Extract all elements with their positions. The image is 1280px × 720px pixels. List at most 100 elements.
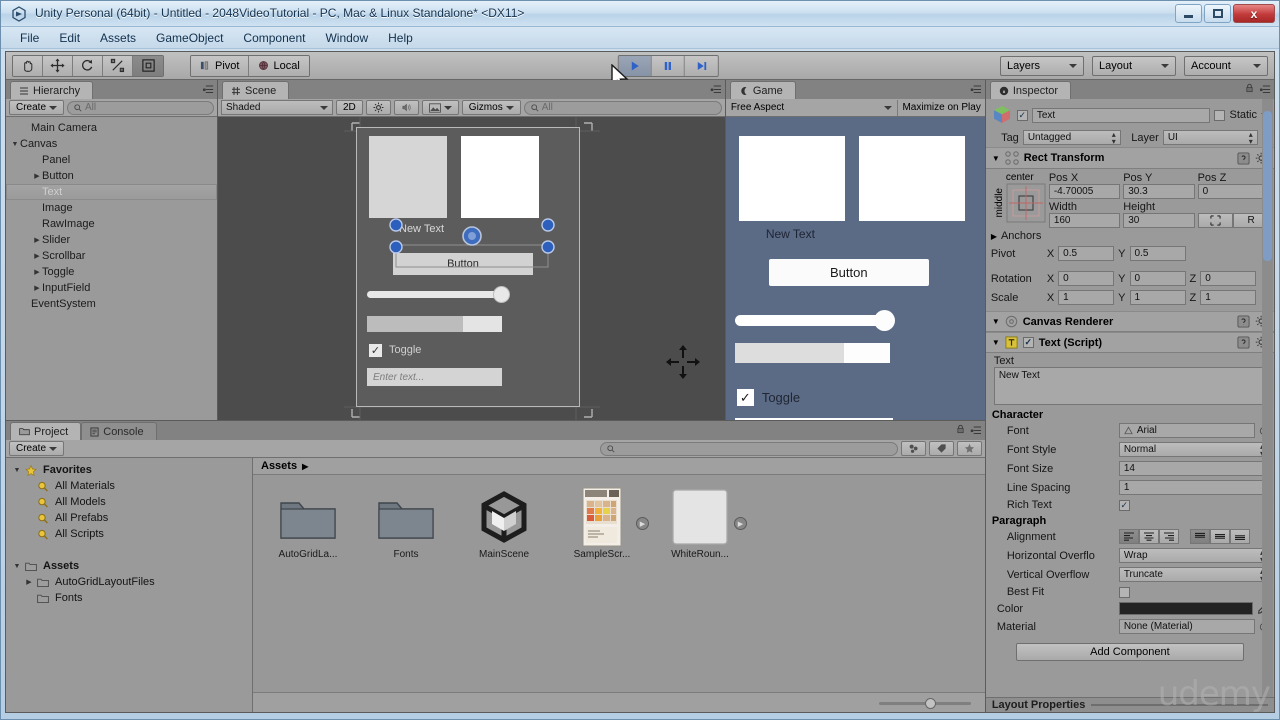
project-tree-item-all-models[interactable]: All Models <box>6 494 252 510</box>
hierarchy-item-canvas[interactable]: ▼ Canvas <box>6 136 217 152</box>
rich-text-checkbox[interactable]: ✓ <box>1118 499 1130 511</box>
hand-tool-button[interactable] <box>13 55 43 76</box>
menu-item-component[interactable]: Component <box>234 28 314 48</box>
anchor-preset-group[interactable]: center middle <box>991 172 1049 228</box>
project-tree-item-favorites[interactable]: ▼ Favorites <box>6 462 252 478</box>
anchors-foldout[interactable]: ▶ Anchors <box>986 228 1274 244</box>
local-toggle[interactable]: Local <box>249 55 309 76</box>
hierarchy-item-slider[interactable]: ▶ Slider <box>6 232 217 248</box>
material-field[interactable]: None (Material) <box>1118 619 1255 634</box>
scale-x-field[interactable]: 1 <box>1058 290 1115 305</box>
asset-item[interactable]: MainScene <box>467 489 541 560</box>
layers-dropdown[interactable]: Layers <box>1000 55 1084 76</box>
pivot-x-field[interactable]: 0.5 <box>1058 246 1115 261</box>
project-tree[interactable]: ▼ Favorites All Materials All Models All Pre… <box>6 458 253 712</box>
scale-z-field[interactable]: 1 <box>1200 290 1257 305</box>
tab-console[interactable]: Console <box>81 422 157 440</box>
anchor-preset-diagram[interactable] <box>1006 183 1046 223</box>
menu-item-help[interactable]: Help <box>379 28 422 48</box>
vertical-overflow-dropdown[interactable]: Truncate ▴▾ <box>1118 567 1269 582</box>
foldout-closed-icon[interactable]: ▶ <box>24 578 34 586</box>
asset-expand-icon[interactable]: ▶ <box>734 517 747 530</box>
add-component-button[interactable]: Add Component <box>1015 643 1244 661</box>
effects-toggle-button[interactable] <box>421 100 459 115</box>
tag-dropdown[interactable]: Untagged ▴ ▾ <box>1022 130 1121 145</box>
game-button[interactable]: Button <box>768 259 929 286</box>
hierarchy-item-button[interactable]: ▶ Button <box>6 168 217 184</box>
pivot-toggle[interactable]: Pivot <box>191 55 250 76</box>
hierarchy-item-image[interactable]: Image <box>6 200 217 216</box>
game-scrollbar-handle[interactable] <box>843 343 890 363</box>
menu-item-edit[interactable]: Edit <box>50 28 89 48</box>
scale-y-field[interactable]: 1 <box>1129 290 1186 305</box>
shading-mode-dropdown[interactable]: Shaded <box>221 100 333 115</box>
asset-expand-icon[interactable]: ▶ <box>636 517 649 530</box>
horizontal-overflow-dropdown[interactable]: Wrap ▴▾ <box>1118 548 1269 563</box>
foldout-closed-icon[interactable]: ▶ <box>32 252 42 260</box>
hierarchy-item-scrollbar[interactable]: ▶ Scrollbar <box>6 248 217 264</box>
scene-viewport[interactable]: New Text Button ✓ Toggle Enter text... <box>218 117 725 420</box>
asset-item[interactable]: Fonts <box>369 489 443 560</box>
text-value-textarea[interactable]: New Text <box>993 367 1266 405</box>
tab-game[interactable]: Game <box>729 81 796 99</box>
foldout-closed-icon[interactable]: ▶ <box>32 172 42 180</box>
pos-z-field[interactable]: 0 <box>1197 184 1269 199</box>
game-toggle-checkbox[interactable]: ✓ <box>736 389 754 406</box>
rect-transform-header[interactable]: ▼ Rect Transform <box>985 147 1274 169</box>
menu-item-assets[interactable]: Assets <box>91 28 145 48</box>
scene-slider-handle[interactable] <box>493 286 510 303</box>
inspector-scrollbar[interactable] <box>1262 99 1273 697</box>
filter-by-label-button[interactable] <box>928 441 954 456</box>
hierarchy-item-toggle[interactable]: ▶ Toggle <box>6 264 217 280</box>
breadcrumb-assets[interactable]: Assets <box>261 460 297 472</box>
pos-x-field[interactable]: -4.70005 <box>1048 184 1121 199</box>
foldout-arrow-icon[interactable]: ▼ <box>992 154 1000 163</box>
hierarchy-list[interactable]: Main Camera ▼ Canvas Panel ▶ Button Text Image R… <box>6 117 217 420</box>
text-script-enabled-checkbox[interactable]: ✓ <box>1022 337 1034 348</box>
panel-menu-icon[interactable]: ▪☰ <box>202 85 213 96</box>
project-tree-item-assets[interactable]: ▼ Assets <box>6 558 252 574</box>
help-icon[interactable] <box>1237 315 1250 328</box>
zoom-slider-handle[interactable] <box>924 697 936 709</box>
foldout-open-icon[interactable]: ▼ <box>12 467 22 474</box>
blueprint-mode-button[interactable] <box>1197 213 1234 228</box>
font-size-field[interactable]: 14 <box>1118 461 1269 476</box>
rotate-tool-button[interactable] <box>73 55 103 76</box>
foldout-closed-icon[interactable]: ▶ <box>32 284 42 292</box>
scene-input-field[interactable]: Enter text... <box>367 368 502 386</box>
tab-inspector[interactable]: Inspector <box>989 81 1072 99</box>
hierarchy-item-rawimage[interactable]: RawImage <box>6 216 217 232</box>
inspector-scrollbar-thumb[interactable] <box>1263 111 1272 261</box>
lock-icon[interactable] <box>956 424 965 437</box>
game-slider-handle[interactable] <box>873 310 895 331</box>
help-icon[interactable] <box>1237 336 1250 349</box>
rotation-y-field[interactable]: 0 <box>1129 271 1186 286</box>
scene-scrollbar-handle[interactable] <box>463 316 502 332</box>
filter-by-type-button[interactable] <box>900 441 926 456</box>
favorites-button[interactable] <box>956 441 982 456</box>
asset-item[interactable]: SampleScr... ▶ <box>565 487 649 560</box>
close-button[interactable]: x <box>1233 4 1275 23</box>
panel-menu-icon[interactable]: ▪☰ <box>1259 85 1270 96</box>
align-top-button[interactable] <box>1189 529 1210 544</box>
game-input-field[interactable]: Enter text... <box>734 418 893 420</box>
project-tree-item-fonts[interactable]: Fonts <box>6 590 252 606</box>
hierarchy-item-inputfield[interactable]: ▶ InputField <box>6 280 217 296</box>
rect-tool-button[interactable] <box>133 55 163 76</box>
foldout-closed-icon[interactable]: ▶ <box>32 268 42 276</box>
pos-y-field[interactable]: 30.3 <box>1123 184 1195 199</box>
minimize-button[interactable] <box>1175 4 1202 23</box>
align-right-button[interactable] <box>1158 529 1179 544</box>
pivot-y-field[interactable]: 0.5 <box>1129 246 1186 261</box>
project-create-button[interactable]: Create <box>9 441 65 456</box>
width-field[interactable]: 160 <box>1048 213 1121 228</box>
height-field[interactable]: 30 <box>1123 213 1195 228</box>
menu-item-gameobject[interactable]: GameObject <box>147 28 232 48</box>
static-checkbox[interactable] <box>1214 109 1226 121</box>
tab-project[interactable]: Project <box>10 422 82 440</box>
object-enabled-checkbox[interactable]: ✓ <box>1016 109 1028 121</box>
pause-button[interactable] <box>651 55 685 76</box>
project-tree-item-all-scripts[interactable]: All Scripts <box>6 526 252 542</box>
align-left-button[interactable] <box>1118 529 1139 544</box>
text-script-header[interactable]: ▼ ✓ Text (Script) <box>985 332 1274 353</box>
